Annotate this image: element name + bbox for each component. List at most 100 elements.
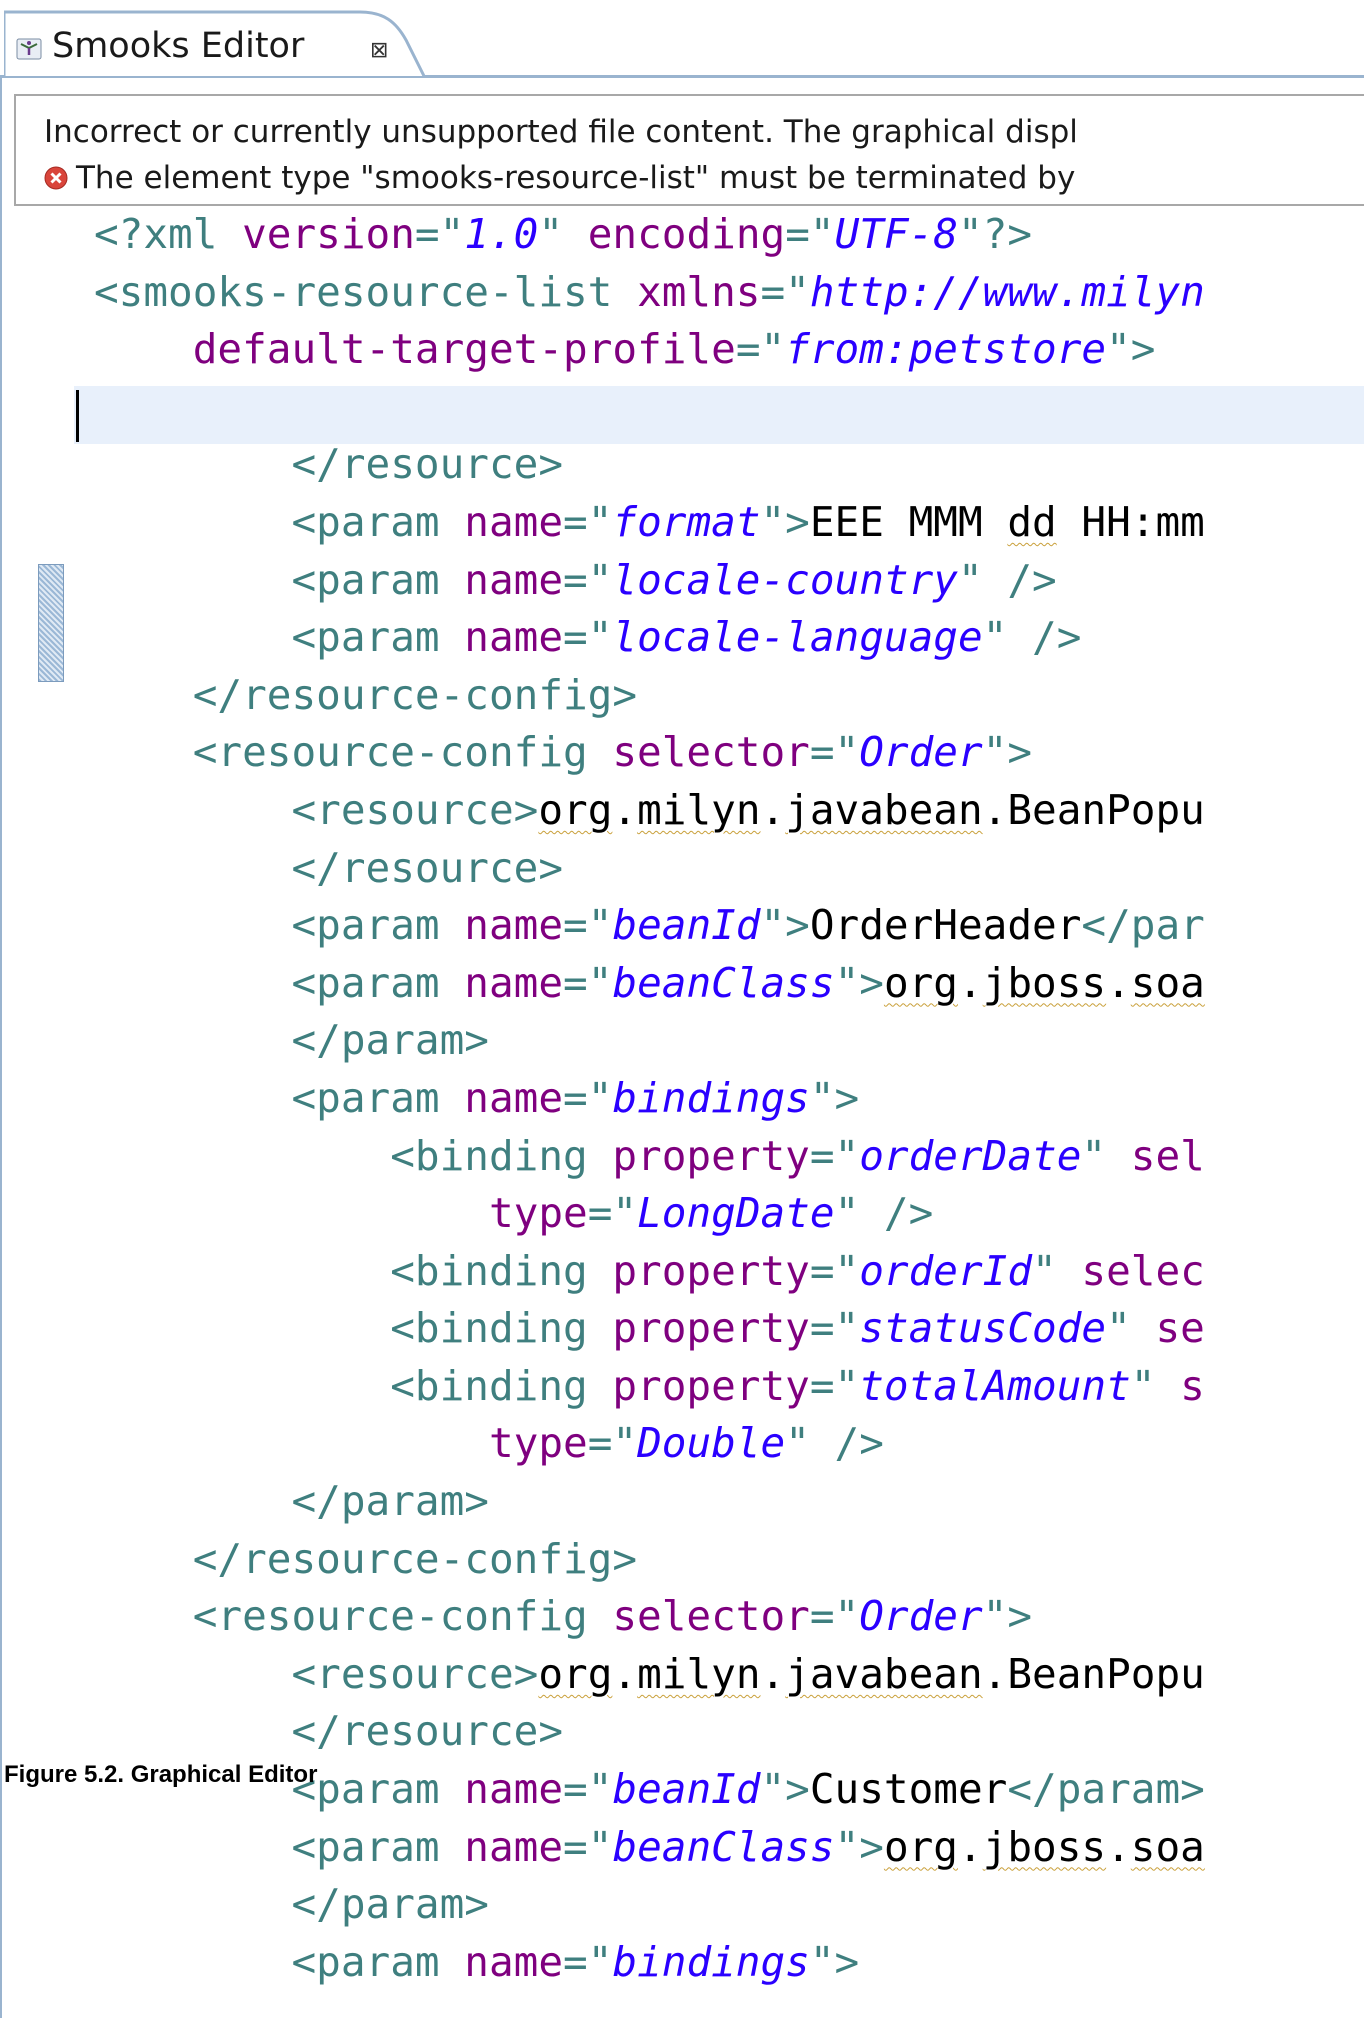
code-line[interactable]: <param name="locale-language" /> <box>94 609 1205 667</box>
code-token-tag: =" <box>587 1419 638 1468</box>
code-line[interactable]: </param> <box>94 1012 1205 1070</box>
current-line-highlight <box>74 386 1364 444</box>
code-token-tag: </param> <box>94 1016 489 1065</box>
code-token-sq: org <box>538 1649 613 1698</box>
code-token-val: beanId <box>612 901 761 950</box>
code-line[interactable]: <binding property="totalAmount" s <box>94 1358 1205 1416</box>
code-token-val: beanClass <box>612 1822 835 1871</box>
code-token-tag: <binding <box>94 1361 613 1410</box>
code-line[interactable]: default-target-profile="from:petstore"> <box>94 321 1205 379</box>
code-token-tag: <binding <box>94 1131 613 1180</box>
code-line[interactable]: </resource-config> <box>94 667 1205 725</box>
code-token-sq: javabean <box>785 1649 983 1698</box>
code-token-attr: type <box>488 1419 588 1468</box>
code-line[interactable]: </resource-config> <box>94 1531 1205 1589</box>
code-line[interactable]: <param name="bindings"> <box>94 1070 1205 1128</box>
code-token-sq: org <box>883 958 958 1007</box>
code-token-attr: selector <box>612 728 810 777</box>
code-token-tag: " /> <box>982 613 1082 662</box>
code-line[interactable]: <param name="format">EEE MMM dd HH:mm <box>94 494 1205 552</box>
code-token-tag <box>94 1189 489 1237</box>
text-caret <box>76 390 79 442</box>
code-token-tag <box>94 1419 489 1467</box>
code-token-attr: property <box>612 1131 810 1180</box>
code-token-tag: " <box>1130 1361 1181 1410</box>
code-token-tag: =" <box>809 1361 860 1410</box>
code-token-tag: =" <box>809 728 860 777</box>
code-line[interactable]: <binding property="orderId" selec <box>94 1243 1205 1301</box>
code-line[interactable]: type="Double" /> <box>94 1415 1205 1473</box>
code-line[interactable]: type="LongDate" /> <box>94 1185 1205 1243</box>
code-token-attr: default-target-profile <box>192 325 736 374</box>
code-token-val: locale-country <box>612 555 958 604</box>
code-token-val: 1.0 <box>464 210 539 258</box>
code-token-val: statusCode <box>859 1304 1107 1353</box>
code-token-txt: Customer <box>809 1765 1008 1814</box>
code-token-tag: </par <box>1081 901 1205 950</box>
code-token-tag: " /> <box>834 1189 934 1238</box>
code-line[interactable]: <smooks-resource-list xmlns="http://www.… <box>94 264 1205 322</box>
code-token-txt: . <box>1106 1822 1131 1871</box>
code-token-sq: soa <box>1130 958 1205 1007</box>
code-token-tag: <param <box>94 497 465 546</box>
code-line[interactable]: <?xml version="1.0" encoding="UTF-8"?> <box>94 206 1205 264</box>
code-token-attr: property <box>612 1361 810 1410</box>
close-icon[interactable]: ⊠ <box>370 38 388 63</box>
code-line[interactable]: <binding property="statusCode" se <box>94 1300 1205 1358</box>
code-token-txt: .BeanPopu <box>982 1649 1205 1698</box>
code-token-attr: name <box>464 958 564 1007</box>
code-line[interactable]: <param name="beanClass">org.jboss.soa <box>94 1819 1204 1877</box>
code-token-val: format <box>612 497 761 546</box>
code-token-attr: selector <box>612 1592 810 1641</box>
editor-tab-strip: Smooks Editor ⊠ <box>0 0 1364 78</box>
code-line[interactable]: <binding property="orderDate" sel <box>94 1128 1205 1186</box>
code-token-tag: <param <box>94 958 465 1007</box>
code-line[interactable]: <resource>org.milyn.javabean.BeanPopu <box>94 1646 1205 1704</box>
code-line[interactable]: <param name="bindings"> <box>94 1934 1205 1992</box>
code-token-tag: <smooks-resource-list <box>94 267 638 316</box>
code-text[interactable]: <?xml version="1.0" encoding="UTF-8"?> <s… <box>94 206 1205 1991</box>
vertical-ruler[interactable] <box>14 206 64 2018</box>
code-line[interactable]: </resource> <box>94 1703 1205 1761</box>
code-token-tag: <param <box>94 555 465 604</box>
code-token-sq: dd <box>1007 497 1057 546</box>
code-token-attr: version <box>242 210 415 258</box>
code-token-val: orderDate <box>859 1131 1082 1180</box>
change-marker[interactable] <box>38 564 64 682</box>
code-line[interactable]: </resource> <box>94 840 1205 898</box>
code-line[interactable]: <param name="locale-country" /> <box>94 552 1205 610</box>
code-token-tag: =" <box>563 497 613 546</box>
code-token-tag: <param <box>94 1937 465 1986</box>
code-token-pi: <?xml <box>94 210 243 258</box>
figure-caption: Figure 5.2. Graphical Editor <box>4 1761 318 1788</box>
code-token-attr: name <box>464 613 564 662</box>
xml-source-editor[interactable]: <?xml version="1.0" encoding="UTF-8"?> <s… <box>14 206 1364 2018</box>
code-token-tag: <binding <box>94 1304 613 1353</box>
code-token-attr: sel <box>1130 1131 1205 1180</box>
code-token-tag: =" <box>735 325 786 374</box>
code-token-tag: "> <box>982 1592 1033 1641</box>
code-token-tag: "> <box>834 958 884 1007</box>
code-token-tag: <resource-config <box>94 1592 613 1641</box>
code-token-val: beanClass <box>612 958 835 1007</box>
message-unsupported-content: Incorrect or currently unsupported file … <box>44 114 1078 150</box>
tab-smooks-editor[interactable]: Smooks Editor ⊠ <box>4 10 444 76</box>
code-line[interactable]: <param name="beanId">OrderHeader</par <box>94 897 1205 955</box>
code-token-val: bindings <box>612 1073 810 1122</box>
tab-title: Smooks Editor <box>52 26 305 66</box>
code-line[interactable]: <resource-config selector="Order"> <box>94 1588 1205 1646</box>
code-line[interactable]: <resource>org.milyn.javabean.BeanPopu <box>94 782 1205 840</box>
code-token-tag: <param <box>94 1822 465 1871</box>
code-token-tag: " <box>1081 1131 1131 1180</box>
code-token-sq: milyn <box>637 785 761 834</box>
code-token-val: UTF-8 <box>834 210 958 258</box>
code-line[interactable]: </resource> <box>94 436 1205 494</box>
code-token-txt: . <box>760 785 786 834</box>
code-line[interactable]: </param> <box>94 1876 1205 1934</box>
message-area: Incorrect or currently unsupported file … <box>14 94 1364 206</box>
code-token-txt: . <box>958 1822 983 1871</box>
code-line[interactable]: </param> <box>94 1473 1205 1531</box>
code-line[interactable]: <param name="beanClass">org.jboss.soa <box>94 955 1205 1013</box>
code-line[interactable]: <resource-config selector="Order"> <box>94 724 1205 782</box>
code-token-tag: <resource> <box>94 785 539 834</box>
